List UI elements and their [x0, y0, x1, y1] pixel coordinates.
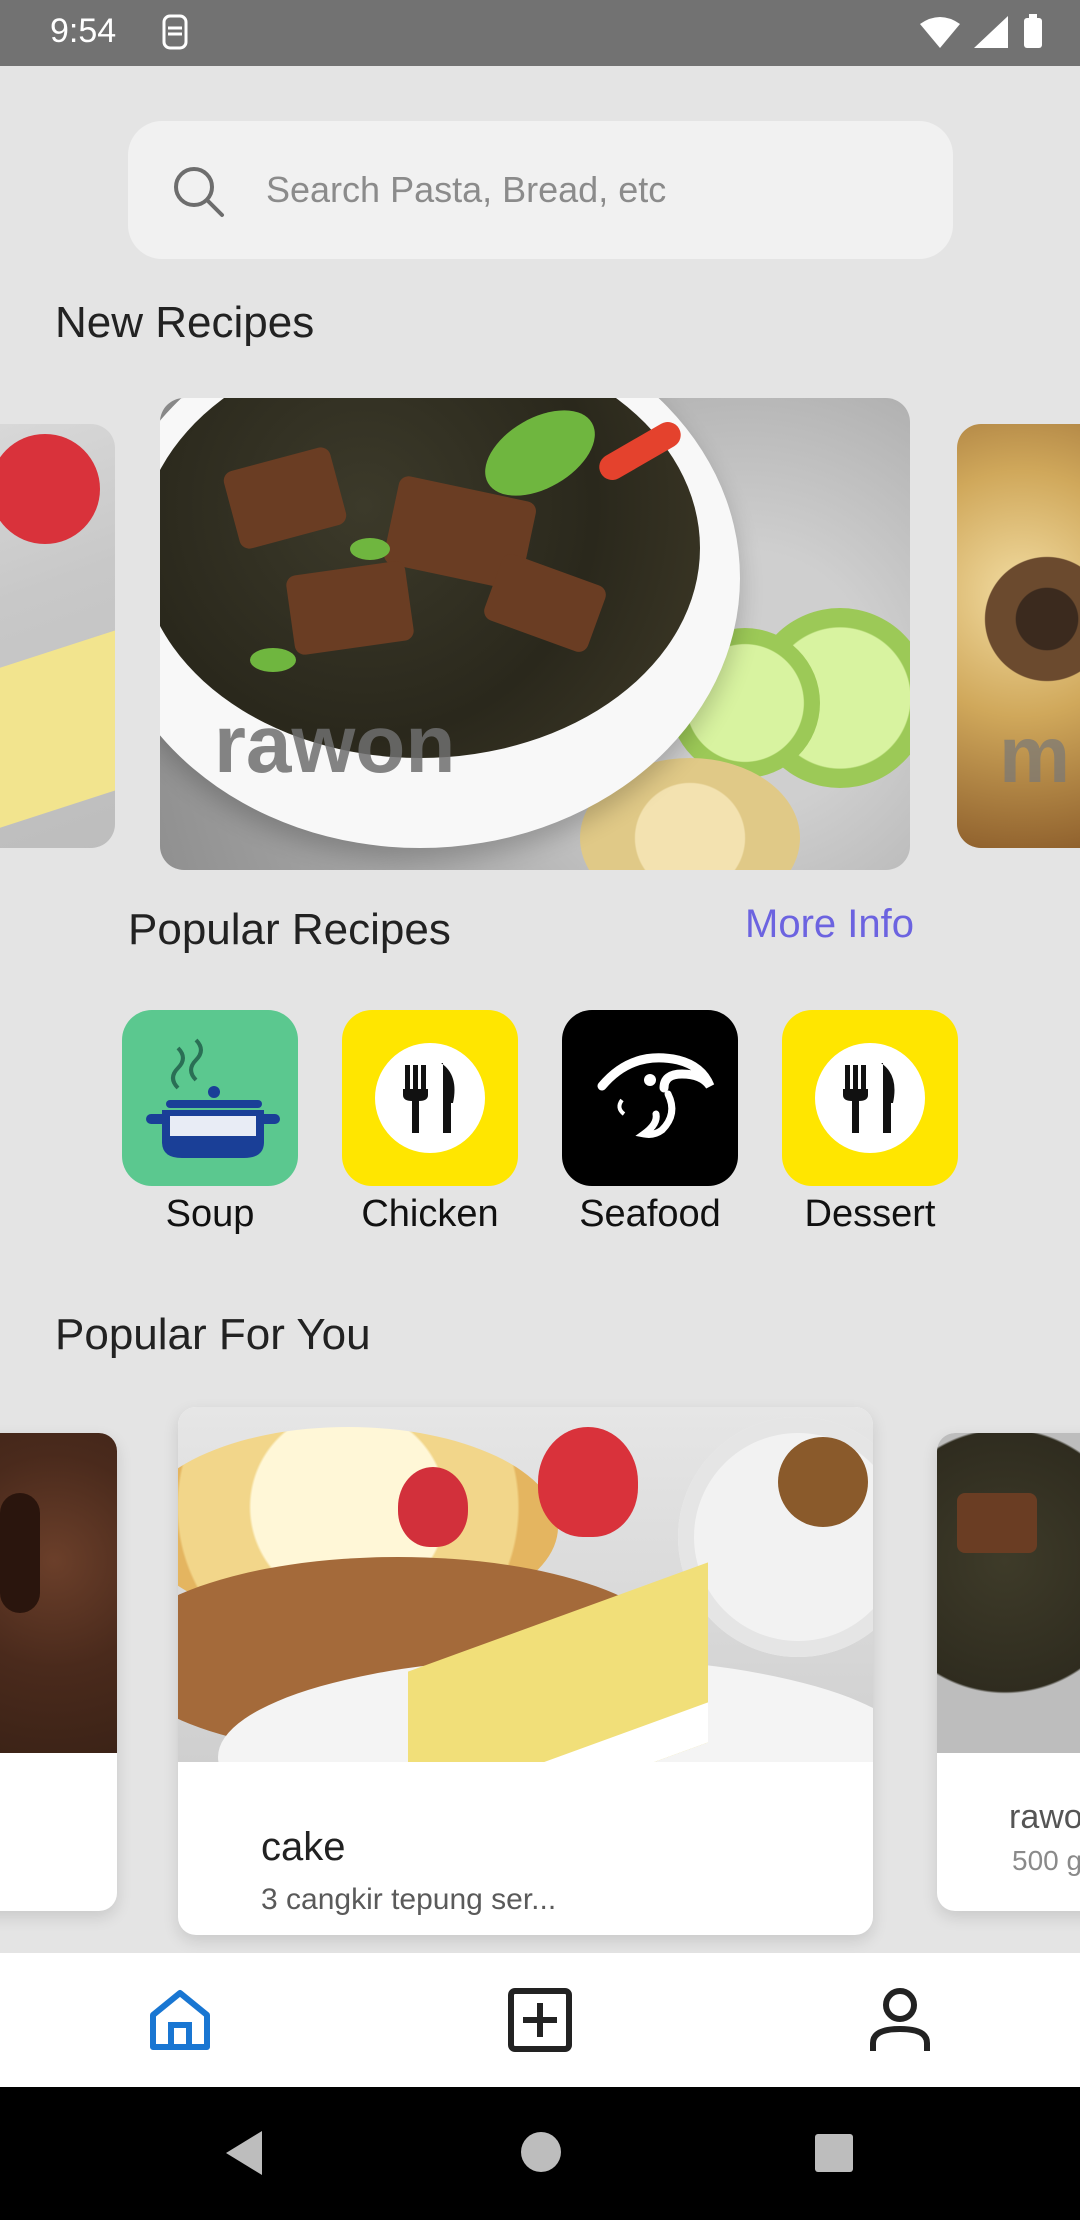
battery-icon [1020, 14, 1046, 55]
status-bar: 9:54 [0, 0, 1080, 66]
search-input[interactable] [266, 121, 916, 259]
wifi-icon [918, 14, 962, 55]
fork-knife-icon [375, 1043, 485, 1158]
category-dessert[interactable] [782, 1010, 958, 1186]
category-seafood[interactable] [562, 1010, 738, 1186]
home-icon [145, 1990, 215, 2059]
recipe-name: cake [261, 1825, 346, 1869]
more-info-link[interactable]: More Info [745, 902, 914, 947]
chocolate-drip [0, 1493, 40, 1613]
nav-profile[interactable] [865, 1985, 935, 2055]
recipe-name-right: rawo [1009, 1798, 1080, 1836]
category-label-dessert: Dessert [804, 1193, 936, 1235]
back-icon[interactable] [222, 2129, 266, 2182]
search-icon [170, 163, 226, 224]
strawberry [398, 1467, 468, 1547]
tea [778, 1437, 868, 1527]
person-icon [865, 1988, 935, 2059]
nav-add[interactable] [505, 1985, 575, 2055]
category-label-soup: Soup [165, 1193, 255, 1235]
rawon-image [937, 1433, 1080, 1753]
carousel-card-left[interactable] [0, 424, 115, 848]
carousel-title-right: m [999, 710, 1071, 799]
home-circle-icon[interactable] [519, 2130, 563, 2179]
recipe-desc: 3 cangkir tepung ser... [261, 1883, 557, 1916]
category-label-chicken: Chicken [361, 1193, 499, 1235]
nav-home[interactable] [145, 1985, 215, 2055]
status-icons [918, 14, 1046, 55]
pfy-card-center[interactable]: cake 3 cangkir tepung ser... [178, 1407, 873, 1935]
search-bar[interactable] [128, 121, 953, 259]
beef [285, 560, 415, 656]
recents-icon[interactable] [813, 2132, 855, 2179]
carousel-title: rawon [214, 699, 456, 790]
pot-icon [140, 1030, 280, 1175]
fork-knife-icon [815, 1043, 925, 1158]
fish-icon [582, 1030, 718, 1171]
bottom-nav [0, 1953, 1080, 2087]
new-recipes-title: New Recipes [55, 298, 315, 347]
category-chicken[interactable] [342, 1010, 518, 1186]
signal-icon [972, 14, 1010, 55]
scallion [250, 648, 296, 672]
recipe-desc-right: 500 g [1012, 1845, 1080, 1876]
pfy-card-left[interactable] [0, 1433, 117, 1911]
cake-image [178, 1407, 873, 1762]
category-soup[interactable] [122, 1010, 298, 1186]
carousel-card-right[interactable]: m [957, 424, 1080, 848]
status-time: 9:54 [50, 12, 117, 50]
chocolate-topping [977, 544, 1080, 694]
add-box-icon [505, 1988, 575, 2059]
popular-for-you-title: Popular For You [55, 1310, 371, 1359]
beef [957, 1493, 1037, 1553]
scallion [350, 538, 390, 560]
popular-recipes-title: Popular Recipes [128, 905, 451, 954]
pfy-card-right[interactable]: rawo 500 g [937, 1433, 1080, 1911]
carousel-card-center[interactable]: rawon [160, 398, 910, 870]
status-app-icon [160, 14, 190, 55]
system-nav-bar [0, 2087, 1080, 2220]
strawberry [538, 1427, 638, 1537]
category-label-seafood: Seafood [579, 1193, 721, 1235]
